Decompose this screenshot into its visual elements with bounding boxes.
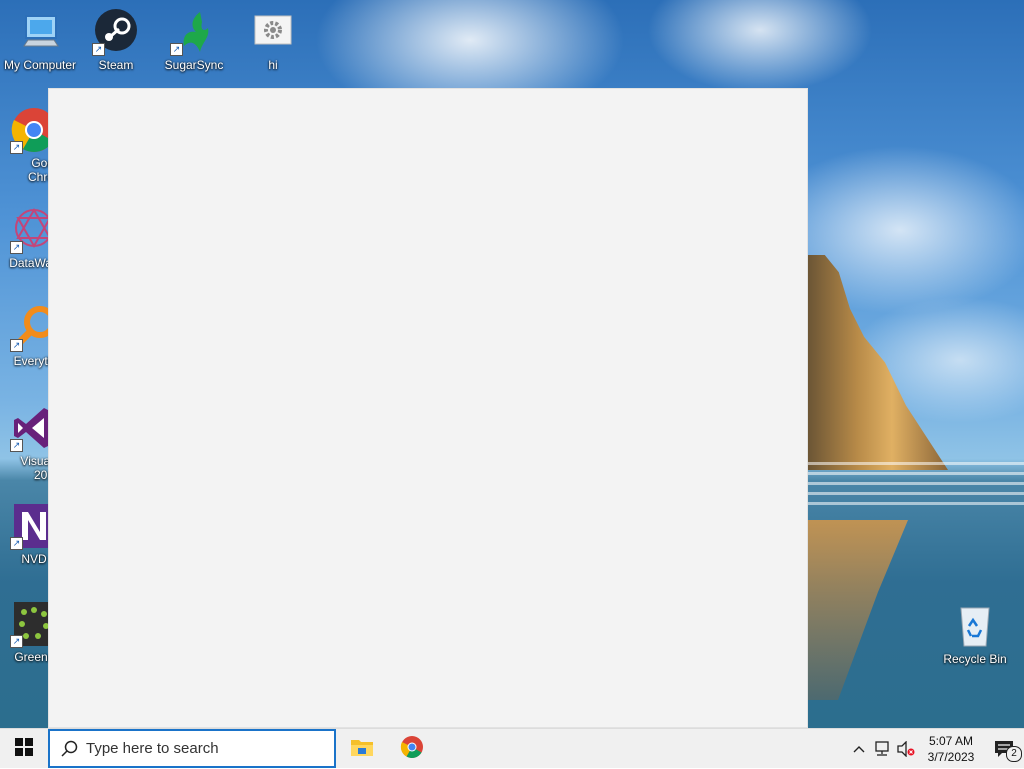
clock-time: 5:07 AM: [928, 734, 974, 748]
desktop-icon-recycle-bin[interactable]: Recycle Bin: [935, 602, 1015, 666]
start-button[interactable]: [0, 729, 48, 769]
desktop-icon-my-computer[interactable]: My Computer: [0, 8, 80, 72]
shortcut-arrow-icon: ↗: [170, 43, 183, 56]
search-placeholder[interactable]: Type here to search: [86, 740, 219, 757]
shortcut-arrow-icon: ↗: [10, 537, 23, 550]
recycle-bin-icon: [951, 602, 999, 650]
desktop-icon-sugarsync[interactable]: ↗ SugarSync: [154, 8, 234, 72]
shortcut-arrow-icon: ↗: [10, 141, 23, 154]
desktop-icon-steam[interactable]: ↗ Steam: [76, 8, 156, 72]
desktop-icon-label: SugarSync: [164, 58, 224, 72]
sugarsync-icon: ↗: [170, 8, 218, 56]
desktop-icon-label: My Computer: [3, 58, 77, 72]
desktop-icon-label: Steam: [98, 58, 134, 72]
taskbar-clock[interactable]: 5:07 AM 3/7/2023: [918, 733, 984, 765]
chrome-icon: [400, 735, 424, 764]
shortcut-arrow-icon: ↗: [10, 439, 23, 452]
search-icon: [60, 740, 78, 758]
clock-date: 3/7/2023: [927, 750, 975, 764]
desktop-icon-label: Recycle Bin: [943, 652, 1007, 666]
settings-gear-icon: [249, 8, 297, 56]
wallpaper-reflection: [808, 520, 908, 700]
network-icon[interactable]: [870, 741, 894, 757]
system-tray: 5:07 AM 3/7/2023 2: [848, 729, 1024, 769]
action-center-notification-icon[interactable]: 2: [984, 740, 1024, 762]
wallpaper-surf: [808, 462, 1024, 512]
windows-logo-icon: [15, 737, 33, 761]
blank-app-window[interactable]: [48, 88, 808, 728]
wallpaper-cliff: [808, 255, 948, 470]
taskbar-search-box[interactable]: Type here to search: [48, 729, 336, 768]
volume-muted-icon[interactable]: [894, 741, 918, 757]
shortcut-arrow-icon: ↗: [10, 339, 23, 352]
shortcut-arrow-icon: ↗: [10, 635, 23, 648]
taskbar-file-explorer[interactable]: [338, 729, 386, 769]
file-explorer-icon: [350, 736, 374, 763]
notification-count-badge: 2: [1006, 746, 1022, 762]
shortcut-arrow-icon: ↗: [92, 43, 105, 56]
steam-icon: ↗: [92, 8, 140, 56]
desktop-icon-hi[interactable]: hi: [233, 8, 313, 72]
taskbar: Type here to search 5:07 AM 3/7/2023 2: [0, 728, 1024, 768]
show-hidden-icons-chevron-icon[interactable]: [848, 745, 870, 753]
shortcut-arrow-icon: ↗: [10, 241, 23, 254]
taskbar-chrome[interactable]: [388, 729, 436, 769]
computer-icon: [16, 8, 64, 56]
desktop-icon-label: hi: [268, 58, 278, 72]
